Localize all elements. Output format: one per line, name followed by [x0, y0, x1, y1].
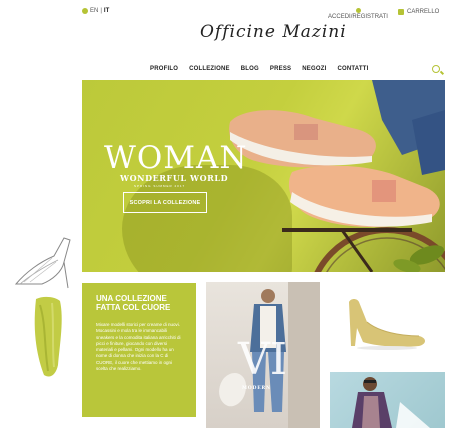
nav-item-profilo[interactable]: PROFILO	[150, 66, 178, 72]
nav-item-collezione[interactable]: COLLEZIONE	[189, 66, 230, 72]
search-icon[interactable]	[432, 65, 440, 73]
modern-label: MODERN	[242, 386, 271, 391]
lifestyle-photo[interactable]	[330, 372, 445, 428]
main-nav: PROFILO COLLEZIONE BLOG PRESS NEGOZI CON…	[150, 66, 368, 72]
modern-photo[interactable]: VI MODERN	[206, 282, 320, 428]
discover-collection-button[interactable]: SCOPRI LA COLLEZIONE	[123, 192, 207, 213]
hero-title: WOMAN	[104, 140, 248, 176]
shoe-sketch-image	[14, 237, 71, 289]
cart-label: CARRELLO	[407, 9, 440, 15]
account-link[interactable]: ACCEDI/REGISTRATI	[326, 8, 390, 20]
lang-en-link[interactable]: EN	[90, 8, 98, 14]
woman-photo-image	[352, 377, 430, 428]
hero-shoes-image	[229, 80, 445, 272]
account-label: ACCEDI/REGISTRATI	[328, 14, 388, 20]
nav-item-press[interactable]: PRESS	[270, 66, 291, 72]
hero-banner: WOMAN WONDERFUL WORLD SPRING SUMMER 2017…	[82, 80, 445, 272]
svg-text:VI: VI	[237, 334, 287, 385]
shopping-bag-icon	[398, 9, 404, 15]
nav-item-negozi[interactable]: NEGOZI	[302, 66, 326, 72]
lang-separator: |	[100, 8, 102, 14]
collection-body: Mixare modelli storici per creame di nuo…	[96, 322, 181, 372]
cart-link[interactable]: CARRELLO	[398, 9, 439, 15]
nav-item-contatti[interactable]: CONTATTI	[337, 66, 368, 72]
language-switcher: EN | IT	[82, 8, 109, 14]
globe-icon	[82, 8, 88, 14]
heel-shoe-image	[349, 299, 425, 350]
model-photo-image: VI	[219, 282, 320, 428]
nav-item-blog[interactable]: BLOG	[241, 66, 259, 72]
collection-title: UNA COLLEZIONE FATTA COL CUORE	[96, 294, 171, 312]
brand-logo[interactable]: Officine Mazini	[200, 22, 347, 42]
hero-season: SPRING SUMMER 2017	[134, 184, 186, 188]
collection-card: UNA COLLEZIONE FATTA COL CUORE Mixare mo…	[82, 283, 196, 417]
paint-swatch-image	[34, 296, 62, 377]
lang-it-link[interactable]: IT	[104, 8, 109, 14]
user-icon	[355, 8, 361, 13]
hero-subtitle: WONDERFUL WORLD	[120, 173, 229, 183]
